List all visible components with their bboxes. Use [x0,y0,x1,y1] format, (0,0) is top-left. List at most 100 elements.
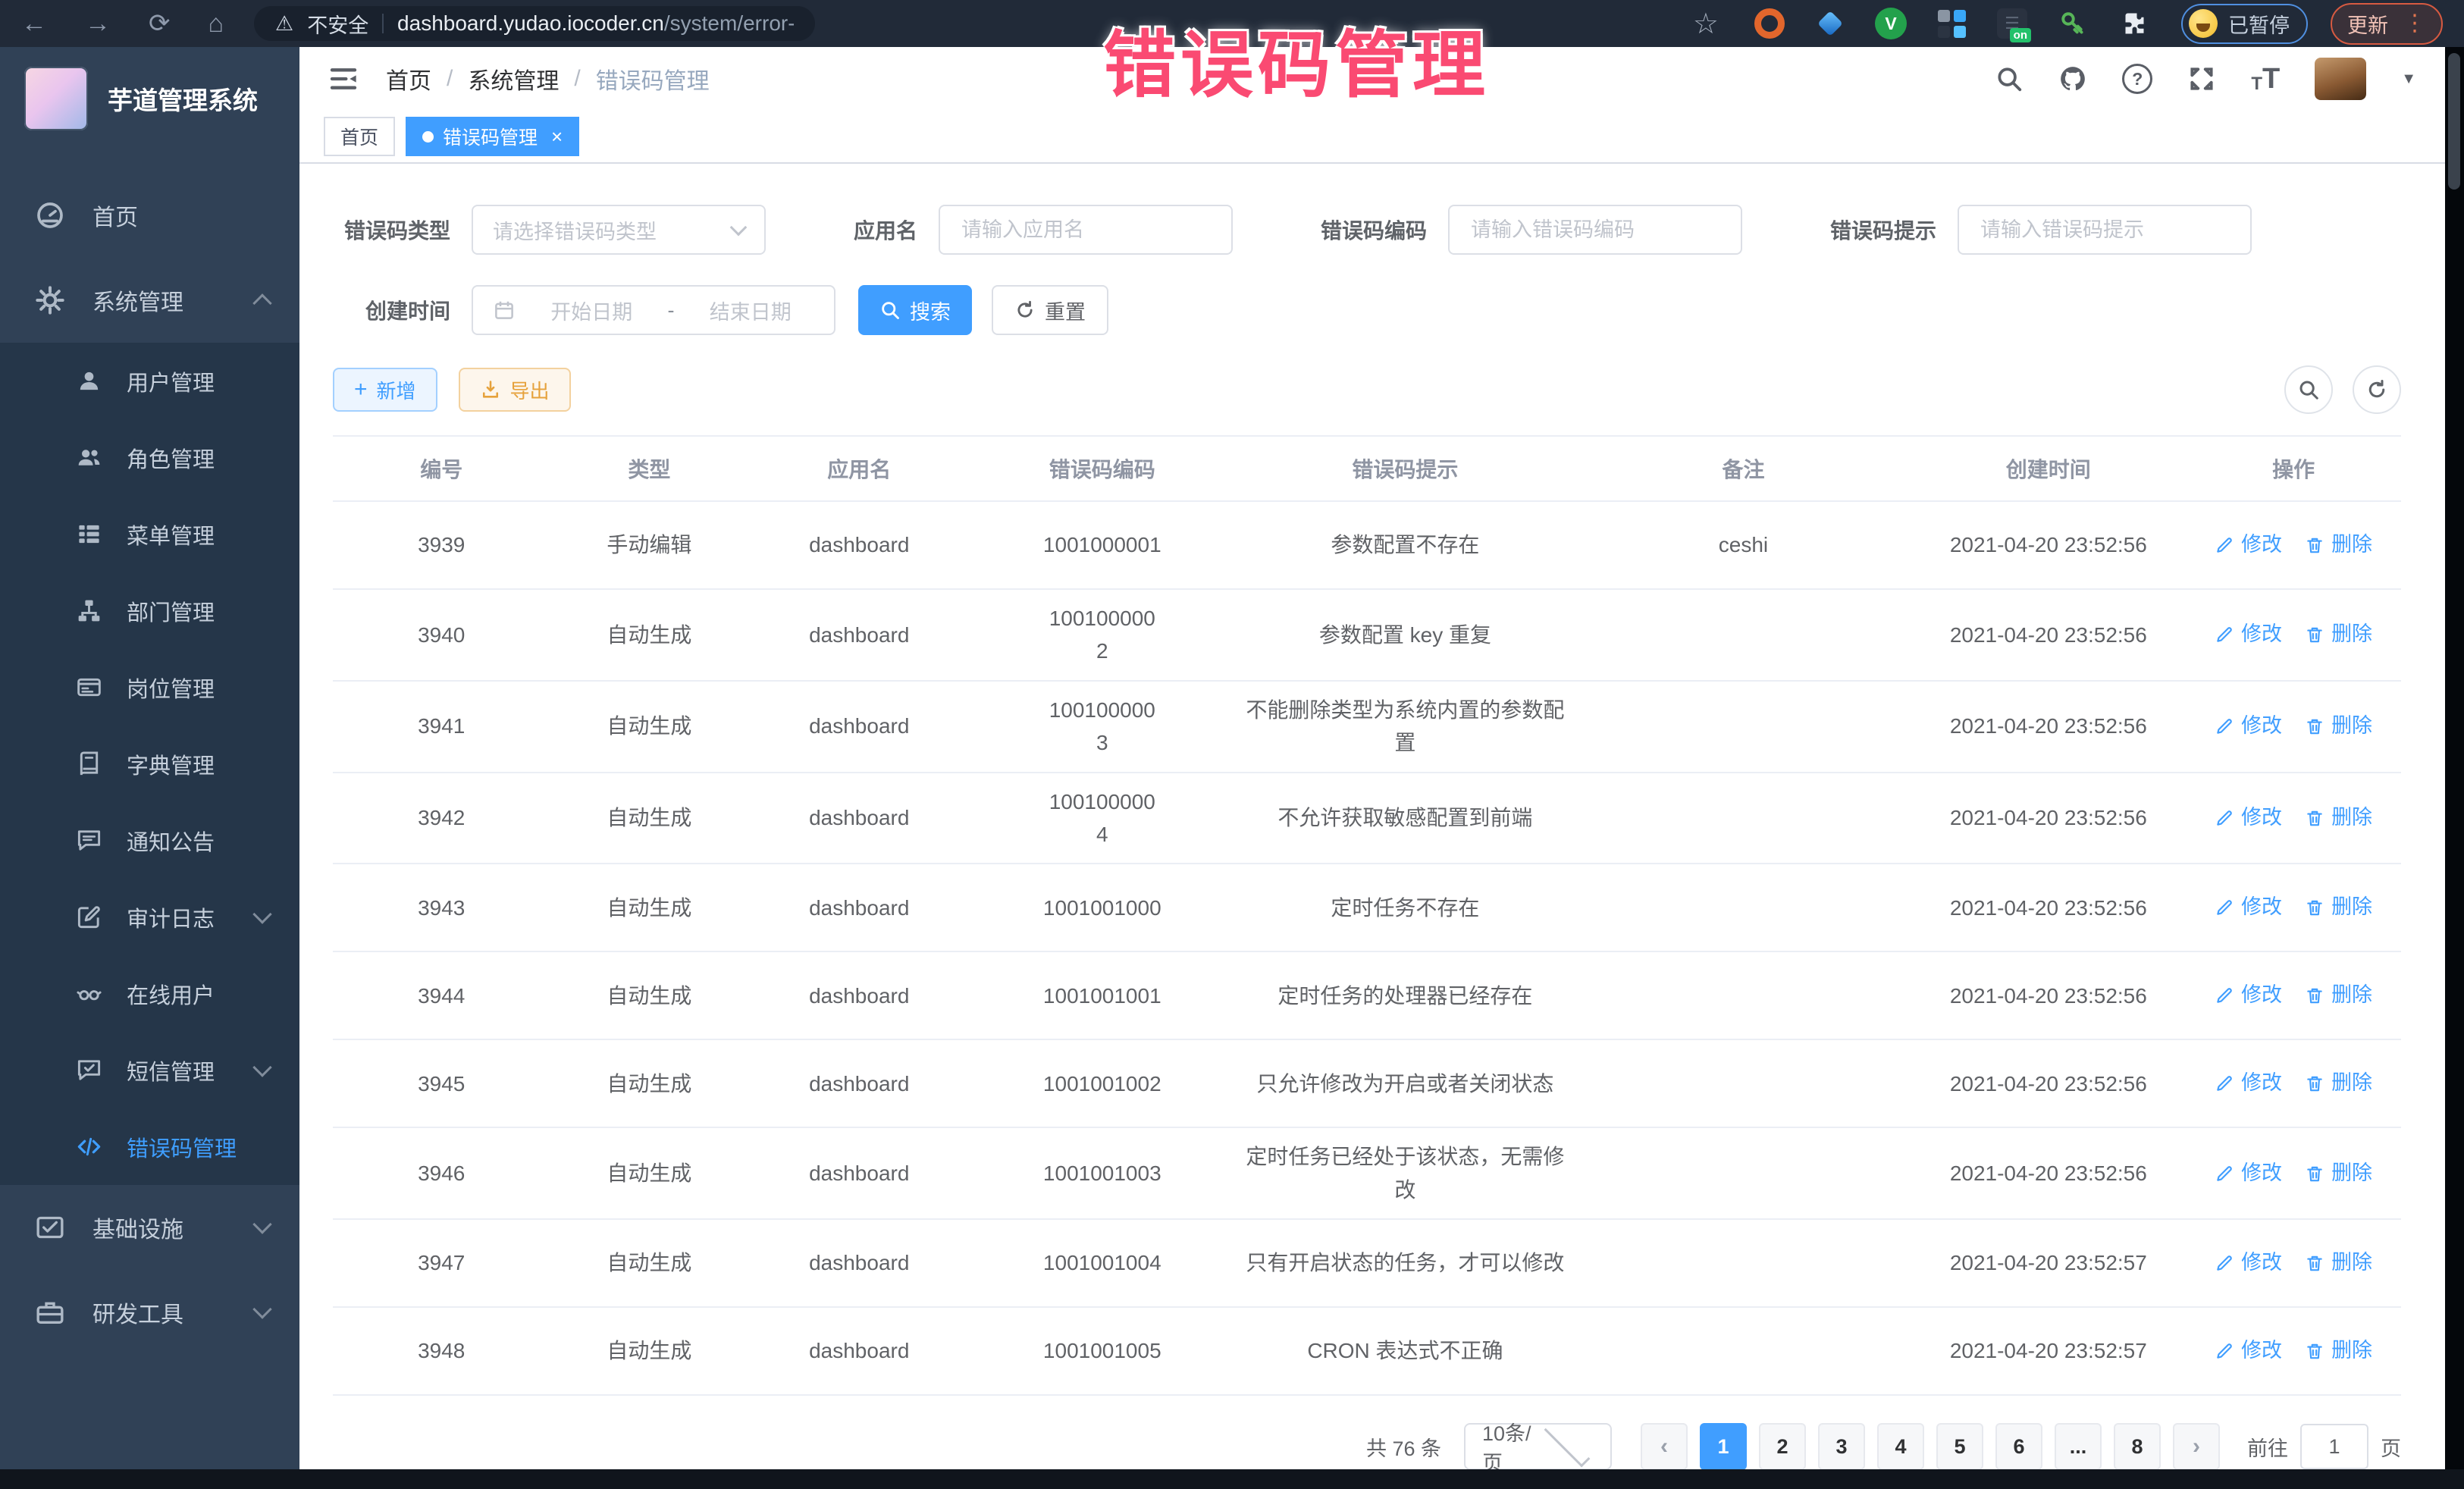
scrollbar-thumb[interactable] [2448,53,2460,190]
browser-profile-pill[interactable]: 已暂停 [2181,4,2308,44]
edit-link[interactable]: 修改 [2215,529,2282,561]
help-icon[interactable]: ? [2122,64,2152,94]
delete-link[interactable]: 删除 [2305,1158,2372,1190]
edit-link[interactable]: 修改 [2215,1067,2282,1099]
window-scrollbar[interactable] [2445,47,2464,1469]
delete-link[interactable]: 删除 [2305,980,2372,1011]
sidebar-item[interactable]: 短信管理 [0,1032,299,1108]
sidebar-item[interactable]: 字典管理 [0,726,299,802]
row-id: 3942 [333,789,550,846]
green-v-extension-icon[interactable]: V [1875,8,1907,39]
edit-link[interactable]: 修改 [2215,892,2282,923]
sidebar-logo-row[interactable]: 芋道管理系统 [0,47,299,147]
grid-extension-icon[interactable] [1936,8,1967,39]
font-size-icon[interactable]: TT [2251,66,2280,92]
back-icon[interactable]: ← [21,11,47,36]
sidebar-item[interactable]: 岗位管理 [0,649,299,726]
forward-icon[interactable]: → [85,11,111,36]
search-icon[interactable] [1995,64,2024,93]
delete-link[interactable]: 删除 [2305,710,2372,742]
sidebar-item[interactable]: 系统管理 [0,258,299,343]
sidebar-item[interactable]: 菜单管理 [0,496,299,572]
sidebar-item[interactable]: 错误码管理 [0,1108,299,1185]
breadcrumb-item[interactable]: 首页 [386,62,431,96]
row-error-hint: 不允许获取敏感配置到前端 [1234,789,1575,846]
tab-item[interactable]: 首页 [324,117,395,156]
chevron-down-icon [730,218,748,236]
column-header: 错误码编码 [970,453,1234,484]
home-icon[interactable]: ⌂ [208,11,224,36]
page-button[interactable]: 8 [2114,1423,2161,1469]
error-code-input[interactable] [1469,218,1721,243]
edit-link[interactable]: 修改 [2215,1247,2282,1279]
sidebar-item[interactable]: 角色管理 [0,419,299,496]
reload-icon[interactable]: ⟳ [149,11,171,36]
hamburger-icon[interactable] [328,64,359,94]
export-button[interactable]: 导出 [459,368,571,412]
refresh-table-button[interactable] [2353,365,2401,414]
sidebar-item[interactable]: 审计日志 [0,879,299,955]
page-button[interactable]: 5 [1936,1423,1983,1469]
page-button[interactable]: 6 [1995,1423,2042,1469]
browser-menu-icon[interactable]: ⋮ [2403,12,2426,35]
reset-button[interactable]: 重置 [992,285,1108,335]
delete-link[interactable]: 删除 [2305,1067,2372,1099]
edit-link[interactable]: 修改 [2215,619,2282,650]
dark-on-extension-icon[interactable]: ☰on [1996,8,2028,39]
sidebar-item[interactable]: 在线用户 [0,955,299,1032]
edit-link[interactable]: 修改 [2215,980,2282,1011]
edit-link[interactable]: 修改 [2215,1335,2282,1367]
row-id: 3944 [333,967,550,1024]
page-size-select[interactable]: 10条/页 [1464,1423,1612,1469]
sidebar-item[interactable]: 基础设施 [0,1185,299,1270]
add-button[interactable]: + 新增 [333,368,437,412]
close-tab-icon[interactable]: × [551,127,563,146]
delete-link[interactable]: 删除 [2305,529,2372,561]
pencil-icon [2215,986,2234,1005]
page-button[interactable]: 1 [1700,1423,1747,1469]
table-row: 3945自动生成dashboard1001001002只允许修改为开启或者关闭状… [333,1040,2401,1128]
trash-icon [2305,808,2324,828]
next-page-button[interactable]: › [2173,1423,2220,1469]
app-name-input[interactable] [960,218,1212,243]
page-button[interactable]: 4 [1877,1423,1924,1469]
date-range-picker[interactable]: 开始日期 - 结束日期 [472,285,835,335]
code-icon [76,1133,102,1160]
breadcrumb-item[interactable]: 系统管理 [468,62,559,96]
edit-link[interactable]: 修改 [2215,1158,2282,1190]
search-button[interactable]: 搜索 [858,285,972,335]
green-key-extension-icon[interactable] [2057,8,2089,39]
edit-link[interactable]: 修改 [2215,802,2282,834]
blue-gem-extension-icon[interactable] [1814,8,1846,39]
delete-link[interactable]: 删除 [2305,1247,2372,1279]
user-avatar[interactable] [2315,58,2366,100]
error-type-select[interactable]: 请选择错误码类型 [472,205,766,255]
sidebar-item[interactable]: 研发工具 [0,1270,299,1355]
delete-link[interactable]: 删除 [2305,619,2372,650]
github-icon[interactable] [2058,64,2087,93]
sidebar-item[interactable]: 用户管理 [0,343,299,419]
puzzle-extension-icon[interactable] [2118,8,2149,39]
delete-link[interactable]: 删除 [2305,892,2372,923]
address-bar[interactable]: ⚠ 不安全 dashboard.yudao.iocoder.cn/system/… [254,6,815,41]
orange-ring-extension-icon[interactable] [1754,8,1785,39]
sidebar-item[interactable]: 首页 [0,173,299,258]
tab-active[interactable]: 错误码管理× [406,117,579,156]
sidebar-item[interactable]: 通知公告 [0,802,299,879]
show-search-toggle-button[interactable] [2284,365,2333,414]
page-button[interactable]: 2 [1759,1423,1806,1469]
delete-link[interactable]: 删除 [2305,1335,2372,1367]
row-error-hint: 只允许修改为开启或者关闭状态 [1234,1055,1575,1112]
prev-page-button[interactable]: ‹ [1641,1423,1688,1469]
page-button[interactable]: 3 [1818,1423,1865,1469]
delete-link[interactable]: 删除 [2305,802,2372,834]
sidebar-item[interactable]: 部门管理 [0,572,299,649]
more-pages-button[interactable]: ... [2055,1423,2102,1469]
browser-update-button[interactable]: 更新 ⋮ [2331,3,2443,45]
fullscreen-icon[interactable] [2187,64,2216,93]
bookmark-star-icon[interactable]: ☆ [1693,7,1719,41]
edit-link[interactable]: 修改 [2215,710,2282,742]
error-hint-input[interactable] [1979,218,2230,243]
avatar-caret-icon[interactable]: ▼ [2401,71,2416,88]
goto-page-input[interactable] [2300,1424,2368,1469]
